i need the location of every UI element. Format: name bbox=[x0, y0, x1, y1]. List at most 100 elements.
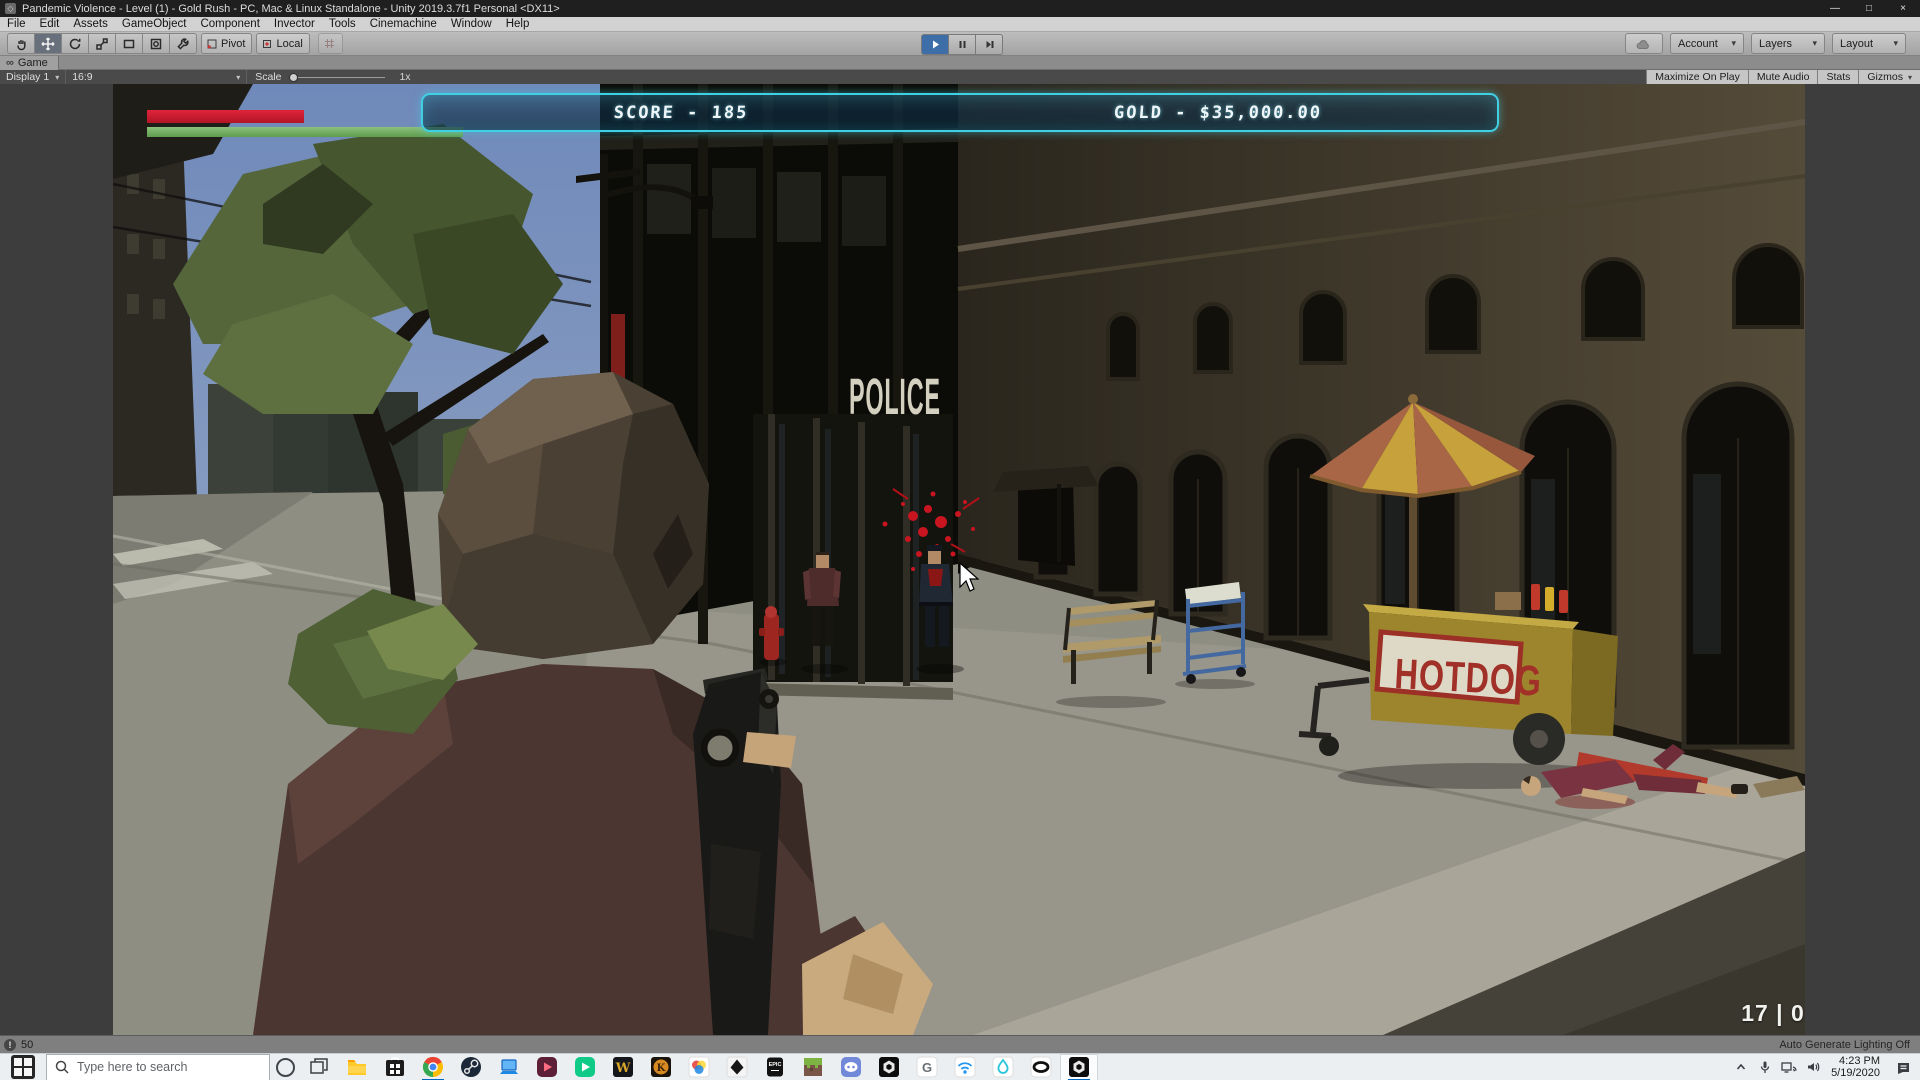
display-dropdown[interactable]: Display 1 ▾ bbox=[0, 70, 66, 84]
game-view-toolbar: Display 1 ▾ 16:9 ▾ Scale 1x Maximize On … bbox=[0, 70, 1920, 84]
scale-tool-icon[interactable] bbox=[89, 33, 116, 54]
notification-center-icon[interactable] bbox=[1886, 1054, 1920, 1080]
tray-volume-icon[interactable] bbox=[1801, 1054, 1825, 1080]
menu-assets[interactable]: Assets bbox=[66, 17, 115, 32]
gold-text: GOLD - $35,000.00 bbox=[1113, 103, 1322, 123]
move-tool-icon[interactable] bbox=[35, 33, 62, 54]
menu-cinemachine[interactable]: Cinemachine bbox=[363, 17, 444, 32]
menu-invector[interactable]: Invector bbox=[267, 17, 322, 32]
wifi-tool-icon[interactable] bbox=[946, 1054, 984, 1080]
menu-edit[interactable]: Edit bbox=[33, 17, 67, 32]
start-button[interactable] bbox=[0, 1054, 46, 1080]
chrome-icon[interactable] bbox=[414, 1054, 452, 1080]
transform-tool-icon[interactable] bbox=[143, 33, 170, 54]
hotdog-sign: HOTDOG bbox=[1377, 632, 1543, 705]
taskbar-search[interactable] bbox=[46, 1054, 270, 1080]
discord-icon[interactable] bbox=[832, 1054, 870, 1080]
aspect-ratio-dropdown[interactable]: 16:9 ▾ bbox=[66, 70, 247, 84]
game-tab-label: Game bbox=[18, 57, 48, 69]
console-warning-icon[interactable]: ! bbox=[4, 1039, 16, 1051]
hand-tool-icon[interactable] bbox=[7, 33, 35, 54]
scale-slider[interactable] bbox=[289, 77, 385, 78]
menu-window[interactable]: Window bbox=[444, 17, 499, 32]
game-viewport[interactable]: POLICE bbox=[113, 84, 1805, 1035]
tray-clock[interactable]: 4:23 PM 5/19/2020 bbox=[1831, 1055, 1880, 1079]
menu-help[interactable]: Help bbox=[499, 17, 537, 32]
chevron-down-icon: ▾ bbox=[1731, 38, 1736, 49]
game-tab-icon: ∞ bbox=[6, 58, 14, 69]
player-health-bar bbox=[147, 127, 463, 137]
play-button[interactable] bbox=[921, 34, 949, 55]
unity-editor-icon[interactable] bbox=[1060, 1054, 1098, 1080]
search-input[interactable] bbox=[75, 1059, 249, 1075]
task-view-icon[interactable] bbox=[300, 1054, 338, 1080]
custom-tool-icon[interactable] bbox=[170, 33, 197, 54]
console-count[interactable]: 50 bbox=[21, 1039, 33, 1051]
clock-time: 4:23 PM bbox=[1831, 1055, 1880, 1067]
menu-tools[interactable]: Tools bbox=[322, 17, 363, 32]
filmora-icon[interactable] bbox=[528, 1054, 566, 1080]
tray-chevron-up-icon[interactable] bbox=[1729, 1054, 1753, 1080]
taskbar: W K EPIC G 4:23 PM 5/19/2020 bbox=[0, 1053, 1920, 1080]
menu-file[interactable]: File bbox=[0, 17, 33, 32]
minecraft-icon[interactable] bbox=[794, 1054, 832, 1080]
inkscape-icon[interactable] bbox=[718, 1054, 756, 1080]
pc-device-icon[interactable] bbox=[490, 1054, 528, 1080]
svg-text:G: G bbox=[922, 1060, 932, 1075]
cortana-button[interactable] bbox=[270, 1054, 300, 1080]
local-label: Local bbox=[276, 38, 302, 50]
search-icon bbox=[55, 1060, 69, 1074]
maximize-button[interactable]: □ bbox=[1852, 0, 1886, 17]
grid-snap-icon[interactable] bbox=[318, 33, 343, 54]
oculus-icon[interactable] bbox=[1022, 1054, 1060, 1080]
menu-component[interactable]: Component bbox=[193, 17, 266, 32]
cloud-button[interactable] bbox=[1625, 33, 1663, 54]
scale-slider-knob[interactable] bbox=[289, 73, 298, 82]
viewport-area: POLICE bbox=[0, 84, 1920, 1035]
layers-label: Layers bbox=[1759, 38, 1792, 50]
world-of-warcraft-icon[interactable]: W bbox=[604, 1054, 642, 1080]
filmora-green-icon[interactable] bbox=[566, 1054, 604, 1080]
gizmos-dropdown[interactable]: Gizmos▾ bbox=[1858, 70, 1920, 84]
steam-icon[interactable] bbox=[452, 1054, 490, 1080]
color-wheel-icon[interactable] bbox=[680, 1054, 718, 1080]
tray-microphone-icon[interactable] bbox=[1753, 1054, 1777, 1080]
cortana-icon bbox=[276, 1058, 295, 1077]
minimize-button[interactable]: — bbox=[1818, 0, 1852, 17]
menu-gameobject[interactable]: GameObject bbox=[115, 17, 194, 32]
account-dropdown[interactable]: Account ▾ bbox=[1670, 33, 1744, 54]
local-toggle[interactable]: Local bbox=[256, 33, 309, 54]
layout-label: Layout bbox=[1840, 38, 1873, 50]
pivot-toggle[interactable]: Pivot bbox=[201, 33, 252, 54]
wow-classic-icon[interactable]: K bbox=[642, 1054, 680, 1080]
window-title: Pandemic Violence - Level (1) - Gold Rus… bbox=[22, 3, 560, 15]
windows-logo-icon bbox=[11, 1055, 35, 1079]
status-bar: ! 50 Auto Generate Lighting Off bbox=[0, 1035, 1920, 1053]
unity-hub-icon[interactable] bbox=[870, 1054, 908, 1080]
rotate-tool-icon[interactable] bbox=[62, 33, 89, 54]
file-explorer-icon[interactable] bbox=[338, 1054, 376, 1080]
teal-drop-icon[interactable] bbox=[984, 1054, 1022, 1080]
pause-button[interactable] bbox=[949, 34, 976, 55]
account-label: Account bbox=[1678, 38, 1718, 50]
close-button[interactable]: × bbox=[1886, 0, 1920, 17]
layout-dropdown[interactable]: Layout▾ bbox=[1832, 33, 1906, 54]
layers-dropdown[interactable]: Layers▾ bbox=[1751, 33, 1825, 54]
mute-audio-button[interactable]: Mute Audio bbox=[1748, 70, 1818, 84]
enemy-health-bar bbox=[147, 110, 304, 123]
epic-games-icon[interactable]: EPIC bbox=[756, 1054, 794, 1080]
svg-text:EPIC: EPIC bbox=[769, 1062, 782, 1068]
tray-network-icon[interactable] bbox=[1777, 1054, 1801, 1080]
maximize-on-play-button[interactable]: Maximize On Play bbox=[1646, 70, 1748, 84]
step-button[interactable] bbox=[976, 34, 1003, 55]
system-tray: 4:23 PM 5/19/2020 bbox=[1729, 1054, 1920, 1080]
stats-button[interactable]: Stats bbox=[1817, 70, 1858, 84]
tab-game[interactable]: ∞ Game bbox=[0, 56, 59, 70]
tab-row: ∞ Game bbox=[0, 56, 1920, 70]
svg-text:K: K bbox=[657, 1063, 666, 1074]
svg-text:W: W bbox=[615, 1061, 631, 1076]
scale-label: Scale bbox=[255, 71, 281, 83]
gameloop-icon[interactable]: G bbox=[908, 1054, 946, 1080]
rect-tool-icon[interactable] bbox=[116, 33, 143, 54]
microsoft-store-icon[interactable] bbox=[376, 1054, 414, 1080]
